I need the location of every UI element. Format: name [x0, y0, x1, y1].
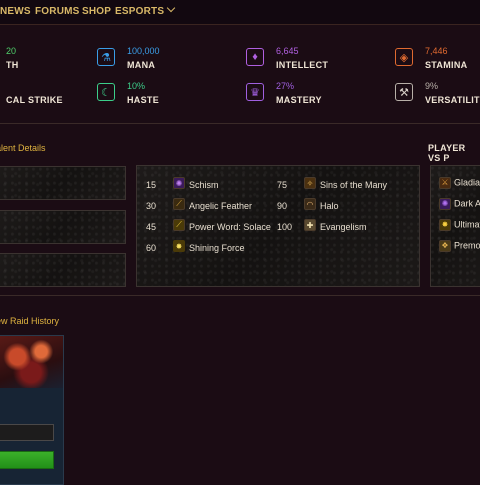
talent-level: 30 — [146, 201, 157, 211]
raid-history-link[interactable]: ew Raid History — [0, 316, 59, 326]
stat-value: 100,000 — [127, 46, 160, 56]
versatility-icon: ⚒ — [395, 83, 413, 101]
raid-search-input[interactable] — [0, 424, 54, 441]
nav-news[interactable]: NEWS — [0, 6, 31, 17]
talent-level: 15 — [146, 180, 157, 190]
pvp-talent-name: Premo — [454, 240, 480, 251]
talent-level: 75 — [277, 180, 288, 190]
feather-icon: ⟋ — [173, 198, 185, 210]
talent-name: Power Word: Solace — [189, 222, 271, 232]
stamina-icon: ◈ — [395, 48, 413, 66]
talent-name: Evangelism — [320, 222, 367, 232]
pvp-talent-row[interactable]: ⚔ Gladiat — [439, 177, 480, 189]
pvp-talent-row[interactable]: ✺ Dark A — [439, 198, 480, 210]
nav-esports[interactable]: ESPORTS — [115, 3, 176, 17]
stat-label: VERSATILITY — [425, 95, 480, 105]
stat-value: 27% — [276, 81, 295, 91]
stat-label: TH — [6, 60, 19, 70]
pvp-talents-panel: ⚔ Gladiat ✺ Dark A ✸ Ultimat ❖ Premo — [430, 165, 480, 287]
haste-icon: ☾ — [97, 83, 115, 101]
raid-action-button[interactable] — [0, 451, 54, 469]
solace-icon: ⟋ — [173, 219, 185, 231]
top-navigation: NEWS FORUMS SHOP ESPORTS — [0, 0, 480, 25]
nav-forums[interactable]: FORUMS — [35, 6, 80, 17]
talent-name: Angelic Feather — [189, 201, 253, 211]
talent-name: Sins of the Many — [320, 180, 388, 190]
nav-shop[interactable]: SHOP — [82, 6, 111, 17]
pvp-talent-name: Gladiat — [454, 177, 480, 188]
stat-value: 9% — [425, 81, 439, 91]
talents-panel: 15 ✺ Schism 30 ⟋ Angelic Feather 45 ⟋ Po… — [136, 165, 420, 287]
talent-level: 90 — [277, 201, 288, 211]
stat-label: CAL STRIKE — [6, 95, 63, 105]
talent-name: Schism — [189, 180, 219, 190]
nav-esports-label: ESPORTS — [115, 6, 165, 17]
pvp-talent-name: Ultimat — [454, 219, 480, 230]
schism-icon: ✺ — [173, 177, 185, 189]
mana-potion-icon: ⚗ — [97, 48, 115, 66]
gladiator-icon: ⚔ — [439, 177, 451, 189]
shining-force-icon: ✸ — [173, 240, 185, 252]
talent-details-link[interactable]: alent Details — [0, 143, 46, 153]
stat-value: 10% — [127, 81, 146, 91]
section-divider — [0, 123, 480, 124]
section-divider — [0, 295, 480, 296]
stat-value: 6,645 — [276, 46, 299, 56]
pvp-talent-row[interactable]: ❖ Premo — [439, 240, 480, 252]
talent-tree-row[interactable] — [0, 166, 126, 200]
intellect-icon: ♦ — [246, 48, 264, 66]
talent-level: 45 — [146, 222, 157, 232]
stat-value: 20 — [6, 46, 17, 56]
chevron-down-icon — [166, 3, 176, 13]
stat-label: INTELLECT — [276, 60, 329, 70]
halo-icon: ◠ — [304, 198, 316, 210]
sins-icon: ✧ — [304, 177, 316, 189]
talent-tree-row[interactable] — [0, 253, 126, 287]
talent-level: 60 — [146, 243, 157, 253]
talent-tree-row[interactable] — [0, 210, 126, 244]
mastery-icon: ♛ — [246, 83, 264, 101]
stat-label: HASTE — [127, 95, 160, 105]
ultimate-icon: ✸ — [439, 219, 451, 231]
pvp-talent-row[interactable]: ✸ Ultimat — [439, 219, 480, 231]
pvp-talent-name: Dark A — [454, 198, 480, 209]
evangelism-icon: ✚ — [304, 219, 316, 231]
premonition-icon: ❖ — [439, 240, 451, 252]
talent-level: 100 — [277, 222, 293, 232]
stat-label: STAMINA — [425, 60, 468, 70]
raid-artwork — [0, 336, 63, 388]
dark-archangel-icon: ✺ — [439, 198, 451, 210]
stat-value: 7,446 — [425, 46, 448, 56]
pvp-title: PLAYER VS P — [428, 143, 466, 163]
talent-name: Shining Force — [189, 243, 245, 253]
stat-label: MANA — [127, 60, 156, 70]
stat-label: MASTERY — [276, 95, 322, 105]
talent-name: Halo — [320, 201, 339, 211]
